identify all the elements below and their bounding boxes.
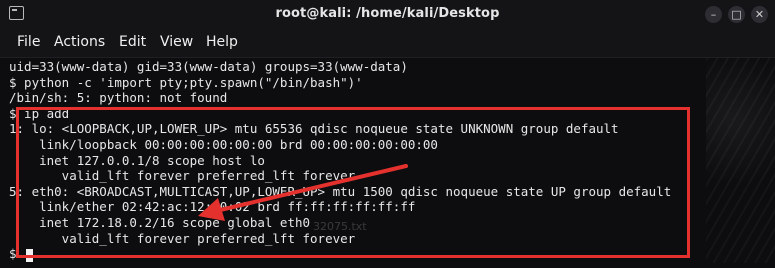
maximize-button[interactable]: □ xyxy=(728,6,745,23)
menu-file[interactable]: File xyxy=(17,34,40,50)
terminal-line: /bin/sh: 5: python: not found xyxy=(9,90,228,106)
menu-help[interactable]: Help xyxy=(206,34,238,50)
terminal-line: $ ip add xyxy=(9,105,70,121)
title-bar[interactable]: root@kali: /home/kali/Desktop – □ ✕ xyxy=(0,0,775,30)
menu-view[interactable]: View xyxy=(160,34,193,50)
terminal-line: valid_lft forever preferred_lft forever xyxy=(9,168,356,184)
menu-edit[interactable]: Edit xyxy=(119,34,146,50)
terminal-line: inet 127.0.0.1/8 scope host lo xyxy=(9,152,265,168)
terminal-line: uid=33(www-data) gid=33(www-data) groups… xyxy=(9,59,408,74)
terminal-line: 1: lo: <LOOPBACK,UP,LOWER_UP> mtu 65536 … xyxy=(9,121,619,137)
close-button[interactable]: ✕ xyxy=(751,6,768,23)
terminal-line: valid_lft forever preferred_lft forever xyxy=(9,230,356,246)
terminal-line: 5: eth0: <BROADCAST,MULTICAST,UP,LOWER_U… xyxy=(9,183,672,199)
menu-actions[interactable]: Actions xyxy=(54,34,105,50)
menu-bar: File Actions Edit View Help xyxy=(0,30,775,58)
terminal-window: root@kali: /home/kali/Desktop – □ ✕ File… xyxy=(0,0,775,268)
terminal-prompt: $ xyxy=(9,246,25,262)
terminal-line: link/loopback 00:00:00:00:00:00 brd 00:0… xyxy=(9,137,438,152)
terminal-cursor xyxy=(26,249,33,262)
terminal-line: link/ether 02:42:ac:12:00:02 brd ff:ff:f… xyxy=(9,199,416,215)
terminal-output[interactable]: uid=33(www-data) gid=33(www-data) groups… xyxy=(0,58,775,268)
terminal-line: $ python -c 'import pty;pty.spawn("/bin/… xyxy=(9,74,363,90)
window-title: root@kali: /home/kali/Desktop xyxy=(275,6,500,21)
minimize-button[interactable]: – xyxy=(705,6,722,23)
terminal-line: inet 172.18.0.2/16 scope global eth0 xyxy=(9,215,311,230)
